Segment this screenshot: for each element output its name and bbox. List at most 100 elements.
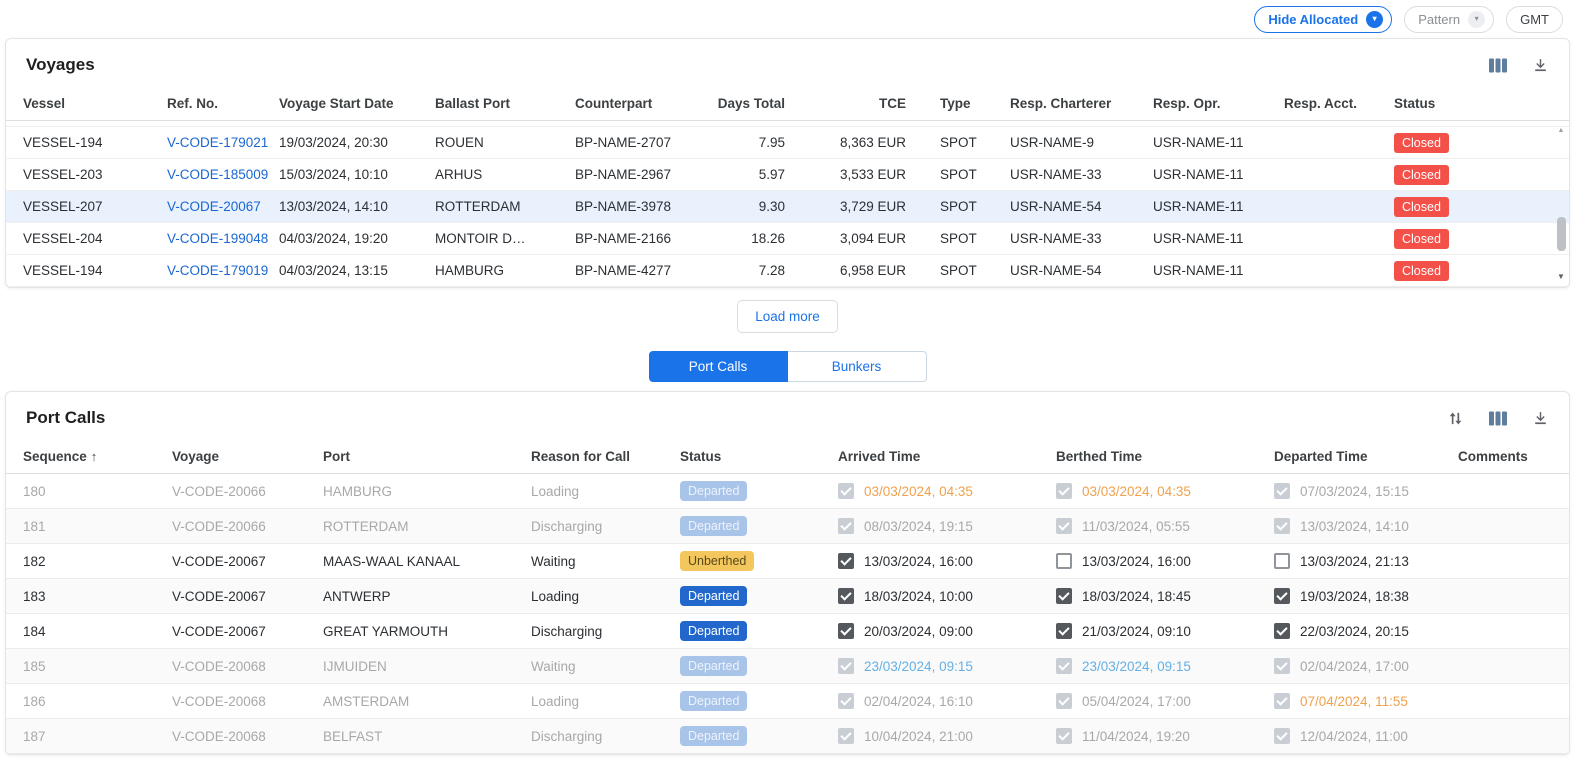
arrived-checkbox[interactable] [838, 588, 854, 604]
tab-bunkers[interactable]: Bunkers [788, 351, 927, 382]
berthed-time: 03/03/2024, 04:35 [1082, 484, 1191, 499]
col-reason-for-call[interactable]: Reason for Call [521, 440, 670, 474]
arrived-checkbox[interactable] [838, 553, 854, 569]
arrived-checkbox[interactable] [838, 518, 854, 534]
tab-port-calls[interactable]: Port Calls [649, 351, 788, 382]
voyage-row[interactable]: VESSEL-194 V-CODE-179021 19/03/2024, 20:… [6, 127, 1569, 159]
col-sequence[interactable]: Sequence↑ [6, 440, 162, 474]
col-arrived-time[interactable]: Arrived Time [828, 440, 1046, 474]
berthed-checkbox[interactable] [1056, 553, 1072, 569]
berthed-checkbox[interactable] [1056, 658, 1072, 674]
voyage-row[interactable]: VESSEL-203 V-CODE-185009 15/03/2024, 10:… [6, 159, 1569, 191]
voyage-ref-link[interactable]: V-CODE-185009 [167, 167, 268, 182]
voyage-ref-link[interactable]: V-CODE-179021 [167, 135, 268, 150]
departed-checkbox[interactable] [1274, 588, 1290, 604]
berthed-checkbox[interactable] [1056, 588, 1072, 604]
arrived-checkbox[interactable] [838, 693, 854, 709]
col-tce[interactable]: TCE [795, 87, 930, 121]
voyage-ref-link[interactable]: V-CODE-199048 [167, 231, 268, 246]
cell-ref: V-CODE-179019 [157, 255, 269, 287]
departed-time: 02/04/2024, 17:00 [1300, 659, 1409, 674]
sort-icon[interactable] [1447, 410, 1464, 427]
port-call-row[interactable]: 185 V-CODE-20068 IJMUIDEN Waiting Depart… [6, 649, 1569, 684]
col-voyage[interactable]: Voyage [162, 440, 313, 474]
departed-checkbox[interactable] [1274, 518, 1290, 534]
cell-sequence: 181 [6, 509, 162, 544]
berthed-checkbox[interactable] [1056, 693, 1072, 709]
cell-voyage: V-CODE-20066 [162, 509, 313, 544]
chevron-down-icon: ▾ [1366, 11, 1383, 28]
cell-port: MAAS-WAAL KANAAL [313, 544, 521, 579]
port-call-row[interactable]: 184 V-CODE-20067 GREAT YARMOUTH Discharg… [6, 614, 1569, 649]
port-call-row[interactable]: 186 V-CODE-20068 AMSTERDAM Loading Depar… [6, 684, 1569, 719]
col-berthed-time[interactable]: Berthed Time [1046, 440, 1264, 474]
col-resp-acct[interactable]: Resp. Acct. [1274, 87, 1384, 121]
col-departed-time[interactable]: Departed Time [1264, 440, 1448, 474]
col-type[interactable]: Type [930, 87, 1000, 121]
cell-sequence: 182 [6, 544, 162, 579]
vertical-scrollbar[interactable]: ▲ ▼ [1555, 125, 1567, 283]
scroll-up-icon[interactable]: ▲ [1555, 127, 1567, 134]
scrollbar-thumb[interactable] [1557, 217, 1566, 251]
col-resp-opr[interactable]: Resp. Opr. [1143, 87, 1274, 121]
voyage-row-selected[interactable]: VESSEL-207 V-CODE-20067 13/03/2024, 14:1… [6, 191, 1569, 223]
departed-checkbox[interactable] [1274, 623, 1290, 639]
cell-reason: Waiting [521, 649, 670, 684]
cell-resp-opr: USR-NAME-11 [1143, 255, 1274, 287]
berthed-checkbox[interactable] [1056, 518, 1072, 534]
berthed-checkbox[interactable] [1056, 728, 1072, 744]
col-status[interactable]: Status [1384, 87, 1569, 121]
status-badge: Departed [680, 621, 747, 641]
col-vessel[interactable]: Vessel [6, 87, 157, 121]
col-status[interactable]: Status [670, 440, 828, 474]
columns-icon[interactable] [1488, 57, 1508, 74]
voyage-ref-link[interactable]: V-CODE-20067 [167, 199, 261, 214]
sort-asc-icon[interactable]: ↑ [91, 449, 98, 464]
voyage-ref-link[interactable]: V-CODE-179019 [167, 263, 268, 278]
port-call-row[interactable]: 183 V-CODE-20067 ANTWERP Loading Departe… [6, 579, 1569, 614]
port-call-row[interactable]: 187 V-CODE-20068 BELFAST Discharging Dep… [6, 719, 1569, 754]
col-comments[interactable]: Comments [1448, 440, 1569, 474]
load-more-button[interactable]: Load more [737, 300, 838, 333]
cell-reason: Discharging [521, 509, 670, 544]
arrived-checkbox[interactable] [838, 623, 854, 639]
cell-departed: 22/03/2024, 20:15 [1264, 614, 1448, 649]
col-days-total[interactable]: Days Total [700, 87, 795, 121]
col-port[interactable]: Port [313, 440, 521, 474]
voyages-title: Voyages [26, 55, 95, 75]
voyage-row[interactable]: VESSEL-194 V-CODE-179019 04/03/2024, 13:… [6, 255, 1569, 287]
berthed-checkbox[interactable] [1056, 623, 1072, 639]
port-call-row[interactable]: 180 V-CODE-20066 HAMBURG Loading Departe… [6, 474, 1569, 509]
departed-checkbox[interactable] [1274, 483, 1290, 499]
download-icon[interactable] [1532, 57, 1549, 74]
col-resp-charterer[interactable]: Resp. Charterer [1000, 87, 1143, 121]
port-call-row[interactable]: 181 V-CODE-20066 ROTTERDAM Discharging D… [6, 509, 1569, 544]
port-call-row[interactable]: 182 V-CODE-20067 MAAS-WAAL KANAAL Waitin… [6, 544, 1569, 579]
col-ballast-port[interactable]: Ballast Port [425, 87, 565, 121]
hide-allocated-button[interactable]: Hide Allocated ▾ [1254, 6, 1392, 33]
cell-counterpart: BP-NAME-2166 [565, 223, 700, 255]
departed-checkbox[interactable] [1274, 728, 1290, 744]
status-badge: Closed [1394, 133, 1449, 153]
arrived-checkbox[interactable] [838, 658, 854, 674]
col-voyage-start-date[interactable]: Voyage Start Date [269, 87, 425, 121]
departed-checkbox[interactable] [1274, 693, 1290, 709]
gmt-button[interactable]: GMT [1506, 6, 1563, 33]
scroll-down-icon[interactable]: ▼ [1555, 273, 1567, 281]
cell-sequence: 186 [6, 684, 162, 719]
departed-checkbox[interactable] [1274, 553, 1290, 569]
col-counterpart[interactable]: Counterpart [565, 87, 700, 121]
pattern-button[interactable]: Pattern ▾ [1404, 6, 1494, 33]
col-ref-no[interactable]: Ref. No. [157, 87, 269, 121]
voyage-row[interactable]: VESSEL-204 V-CODE-199048 04/03/2024, 19:… [6, 223, 1569, 255]
cell-resp-acct [1274, 255, 1384, 287]
columns-icon[interactable] [1488, 410, 1508, 427]
berthed-checkbox[interactable] [1056, 483, 1072, 499]
download-icon[interactable] [1532, 410, 1549, 427]
cell-reason: Discharging [521, 719, 670, 754]
arrived-checkbox[interactable] [838, 483, 854, 499]
departed-checkbox[interactable] [1274, 658, 1290, 674]
arrived-checkbox[interactable] [838, 728, 854, 744]
cell-arrived: 20/03/2024, 09:00 [828, 614, 1046, 649]
cell-voyage: V-CODE-20068 [162, 719, 313, 754]
